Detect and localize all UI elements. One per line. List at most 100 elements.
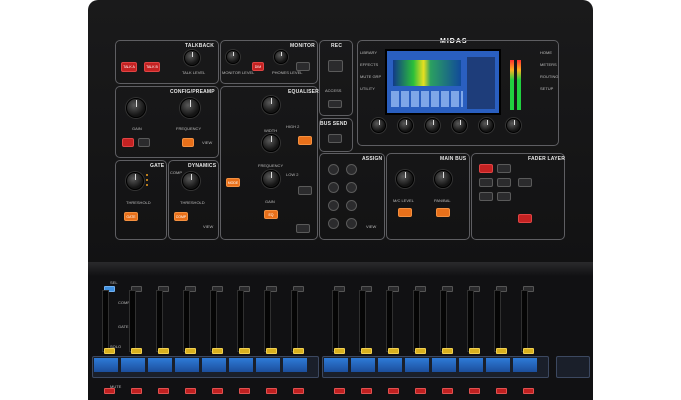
talk-b-button[interactable]: TALK B [144,62,160,72]
screen-tab-library[interactable]: LIBRARY [360,50,377,55]
channel-mute-button[interactable] [266,388,277,394]
mono-bus-on-button[interactable] [436,208,450,217]
screen-encoder-5[interactable] [479,118,494,133]
main-bus-on-button[interactable] [398,208,412,217]
rec-title: REC [331,43,343,49]
channel-solo-button[interactable] [523,348,534,354]
channel-scribble-cell [486,358,510,372]
screen-encoder-4[interactable] [452,118,467,133]
screen-tab-utility[interactable]: UTILITY [360,86,375,91]
channel-solo-button[interactable] [388,348,399,354]
layer-button-4[interactable] [497,178,511,187]
channel-mute-button[interactable] [334,388,345,394]
channel-mute-button[interactable] [469,388,480,394]
channel-mute-button[interactable] [104,388,115,394]
eq-on-button[interactable]: EQ [264,210,278,219]
channel-mute-button[interactable] [388,388,399,394]
layer-button-2[interactable] [497,164,511,173]
screen-tab-effects[interactable]: EFFECTS [360,62,378,67]
eq-high2-button[interactable] [298,136,312,145]
screen-encoder-3[interactable] [425,118,440,133]
layer-button-6[interactable] [497,192,511,201]
channel-mute-button[interactable] [131,388,142,394]
touch-screen[interactable] [385,49,501,115]
usb-port[interactable] [328,60,343,72]
channel-mute-button[interactable] [523,388,534,394]
eq-low2-button[interactable] [298,186,312,195]
monitor-view-button[interactable] [296,62,310,71]
channel-solo-button[interactable] [293,348,304,354]
channel-solo-button[interactable] [442,348,453,354]
channel-mute-button[interactable] [212,388,223,394]
screen-encoder-1[interactable] [371,118,386,133]
comp-on-button[interactable]: COMP [174,212,188,221]
channel-solo-button[interactable] [158,348,169,354]
channel-solo-button[interactable] [266,348,277,354]
dim-button[interactable]: DIM [252,62,264,71]
assign-button-5[interactable] [328,200,339,211]
eq-frequency-knob[interactable] [262,134,280,152]
screen-tab-home[interactable]: HOME [540,50,552,55]
channel-solo-button[interactable] [212,348,223,354]
assign-button-7[interactable] [328,218,339,229]
channel-mute-button[interactable] [293,388,304,394]
layer-button-5[interactable] [479,192,493,201]
eq-mode-button[interactable]: MODE [226,178,240,187]
channel-solo-button[interactable] [469,348,480,354]
assign-button-3[interactable] [328,182,339,193]
mc-level-knob[interactable] [396,170,414,188]
screen-encoder-6[interactable] [506,118,521,133]
channel-mute-button[interactable] [158,388,169,394]
layer-input-button[interactable] [479,164,493,173]
bus-send-button[interactable] [328,134,342,143]
screen-tab-routing[interactable]: ROUTING [540,74,558,79]
screen-tab-setup[interactable]: SETUP [540,86,553,91]
layer-button-3[interactable] [479,178,493,187]
assign-button-8[interactable] [346,218,357,229]
preamp-frequency-knob[interactable] [180,98,200,118]
talk-level-knob[interactable] [184,50,200,66]
channel-solo-button[interactable] [104,348,115,354]
config-preamp-section [115,86,219,158]
eq-gain-knob[interactable] [262,170,280,188]
pan-bal-knob[interactable] [434,170,452,188]
assign-button-2[interactable] [346,164,357,175]
channel-solo-button[interactable] [185,348,196,354]
phantom-button[interactable] [122,138,134,147]
monitor-level-knob[interactable] [226,50,240,64]
channel-mute-button[interactable] [496,388,507,394]
gate-threshold-knob[interactable] [126,172,144,190]
assign-button-4[interactable] [346,182,357,193]
channel-mute-button[interactable] [239,388,250,394]
rec-button[interactable] [328,100,342,108]
channel-solo-button[interactable] [361,348,372,354]
channel-mute-button[interactable] [361,388,372,394]
phones-level-knob[interactable] [274,50,288,64]
dynamics-threshold-knob[interactable] [182,172,200,190]
channel-solo-button[interactable] [131,348,142,354]
channel-solo-button[interactable] [415,348,426,354]
layer-button-7[interactable] [518,178,532,187]
channel-solo-button[interactable] [496,348,507,354]
layer-button-8[interactable] [518,214,532,223]
channel-mute-button[interactable] [415,388,426,394]
channel-solo-button[interactable] [334,348,345,354]
assign-button-1[interactable] [328,164,339,175]
gate-on-button[interactable]: GATE [124,212,138,221]
channel-strip-area [88,262,593,400]
channel-scribble-cell [256,358,280,372]
preamp-gain-knob[interactable] [126,98,146,118]
eq-view-button[interactable] [296,224,310,233]
hpf-button[interactable] [182,138,194,147]
eq-width-knob[interactable] [262,96,280,114]
screen-tab-meters[interactable]: METERS [540,62,557,67]
screen-tab-mute-grp[interactable]: MUTE GRP [360,74,381,79]
channel-mute-button[interactable] [185,388,196,394]
screen-encoder-2[interactable] [398,118,413,133]
channel-scribble-cell [459,358,483,372]
channel-solo-button[interactable] [239,348,250,354]
phase-button[interactable] [138,138,150,147]
channel-mute-button[interactable] [442,388,453,394]
talk-a-button[interactable]: TALK A [121,62,137,72]
assign-button-6[interactable] [346,200,357,211]
